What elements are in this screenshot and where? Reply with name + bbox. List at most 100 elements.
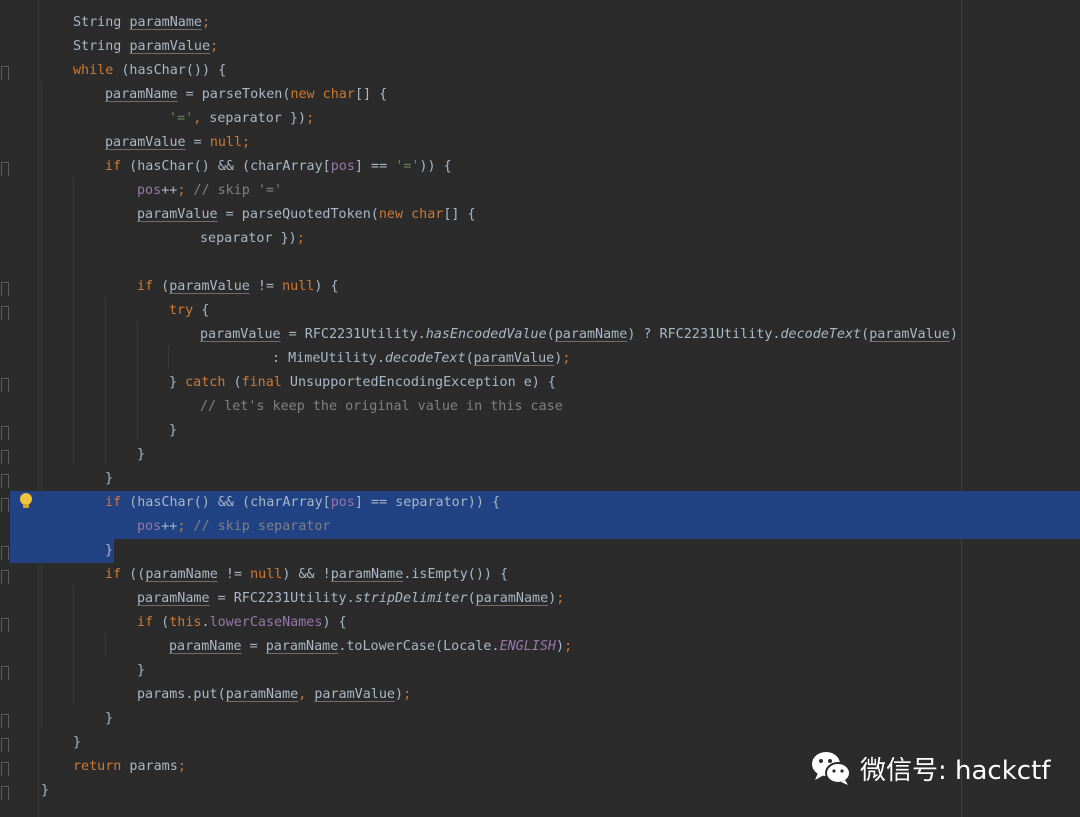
lightbulb-icon[interactable] <box>18 492 34 510</box>
code-token: ) <box>949 327 958 342</box>
watermark-label: 微信号: hackctf <box>860 755 1051 786</box>
code-token: ) && ! <box>282 567 331 582</box>
code-line[interactable]: params.put(paramName, paramValue); <box>137 683 411 707</box>
code-line[interactable]: return params; <box>73 755 186 779</box>
code-token: paramValue <box>200 327 281 342</box>
code-token: ] == <box>354 159 396 174</box>
code-line[interactable]: separator }); <box>200 227 305 251</box>
code-token: } <box>41 783 50 798</box>
code-line[interactable]: if (this.lowerCaseNames) { <box>137 611 347 635</box>
fold-marker-icon[interactable] <box>0 786 9 798</box>
code-token: separator }) <box>201 111 307 126</box>
code-line[interactable]: paramName = RFC2231Utility.stripDelimite… <box>137 587 564 611</box>
fold-marker-icon[interactable] <box>0 66 9 78</box>
indent-guide <box>105 634 106 658</box>
code-line[interactable]: } <box>105 467 113 491</box>
code-token: decodeText <box>384 351 466 366</box>
code-line[interactable]: pos++; // skip '=' <box>137 179 282 203</box>
code-line[interactable]: pos++; // skip separator <box>137 515 331 539</box>
fold-marker-icon[interactable] <box>0 762 9 774</box>
code-line[interactable]: } <box>105 539 113 563</box>
code-token: params <box>121 759 178 774</box>
code-token: new char <box>378 207 444 222</box>
code-line[interactable]: // let's keep the original value in this… <box>200 395 563 419</box>
code-token: .isEmpty()) { <box>403 567 509 582</box>
code-token: = parseQuotedToken( <box>217 207 379 222</box>
code-token: ENGLISH <box>499 639 556 654</box>
code-line[interactable]: paramName = parseToken(new char[] { <box>105 83 387 107</box>
code-token: paramName <box>169 639 242 654</box>
fold-marker-icon[interactable] <box>0 378 9 390</box>
code-line[interactable]: } <box>137 659 145 683</box>
code-token: { <box>193 303 210 318</box>
code-token: } <box>105 543 114 558</box>
code-token: ; <box>177 759 186 774</box>
code-line[interactable]: paramValue = parseQuotedToken(new char[]… <box>137 203 476 227</box>
code-line[interactable]: String paramName; <box>73 11 210 35</box>
code-token: .toLowerCase(Locale. <box>338 639 500 654</box>
fold-marker-icon[interactable] <box>0 426 9 438</box>
code-token: ; <box>202 15 211 30</box>
code-line[interactable]: : MimeUtility.decodeText(paramValue); <box>264 347 570 371</box>
code-token: ) ? RFC2231Utility. <box>627 327 781 342</box>
code-line[interactable]: } <box>169 419 177 443</box>
fold-marker-icon[interactable] <box>0 306 9 318</box>
code-token: if <box>105 159 122 174</box>
code-token: decodeText <box>780 327 862 342</box>
code-line[interactable]: paramValue = RFC2231Utility.hasEncodedVa… <box>200 323 958 347</box>
code-line[interactable]: } <box>137 443 145 467</box>
code-token: (hasChar() && (charArray[ <box>121 495 331 510</box>
fold-marker-icon[interactable] <box>0 666 9 678</box>
code-token: )) { <box>419 159 452 174</box>
code-line[interactable]: if (paramValue != null) { <box>137 275 339 299</box>
code-token: pos <box>137 519 162 534</box>
code-token: = RFC2231Utility. <box>280 327 426 342</box>
code-token: paramValue <box>169 279 250 294</box>
code-line[interactable]: while (hasChar()) { <box>73 59 226 83</box>
code-line[interactable]: if (hasChar() && (charArray[pos] == sepa… <box>105 491 500 515</box>
code-line[interactable]: paramName = paramName.toLowerCase(Locale… <box>169 635 572 659</box>
code-token: } <box>137 447 146 462</box>
code-line[interactable]: if ((paramName != null) && !paramName.is… <box>105 563 508 587</box>
fold-marker-icon[interactable] <box>0 450 9 462</box>
fold-marker-icon[interactable] <box>0 618 9 630</box>
code-token: ++ <box>161 183 178 198</box>
fold-marker-icon[interactable] <box>0 570 9 582</box>
code-token: final <box>241 375 282 390</box>
code-token: paramName <box>145 567 218 582</box>
fold-marker-icon[interactable] <box>0 162 9 174</box>
fold-marker-icon[interactable] <box>0 282 9 294</box>
code-token: pos <box>137 183 162 198</box>
code-token: new char <box>290 87 355 102</box>
code-line[interactable]: } <box>41 779 49 803</box>
code-line[interactable]: } <box>73 731 81 755</box>
code-token: } <box>169 375 186 390</box>
fold-marker-icon[interactable] <box>0 474 9 486</box>
code-line[interactable]: '=', separator }); <box>169 107 314 131</box>
code-line[interactable]: String paramValue; <box>73 35 218 59</box>
fold-marker-icon[interactable] <box>0 738 9 750</box>
code-token: ; <box>556 591 565 606</box>
code-token: paramName <box>330 567 404 582</box>
fold-marker-icon[interactable] <box>0 714 9 726</box>
code-line[interactable]: paramValue = null; <box>105 131 250 155</box>
wechat-watermark: 微信号: hackctf <box>810 746 1050 790</box>
code-line[interactable]: } <box>105 707 113 731</box>
code-editor[interactable]: String paramName; String paramValue; while… <box>0 0 1080 817</box>
code-token: return <box>73 759 122 774</box>
code-line[interactable]: try { <box>169 299 209 323</box>
code-token: = parseToken( <box>177 87 291 102</box>
code-token: ++ <box>161 519 178 534</box>
code-token: ] == separator)) { <box>354 495 501 510</box>
fold-marker-icon[interactable] <box>0 498 9 510</box>
code-line[interactable]: if (hasChar() && (charArray[pos] == '=')… <box>105 155 452 179</box>
code-line[interactable]: } catch (final UnsupportedEncodingExcept… <box>169 371 556 395</box>
fold-marker-icon[interactable] <box>0 546 9 558</box>
code-token: pos <box>330 495 355 510</box>
code-token: : MimeUtility. <box>264 351 385 366</box>
code-token: paramName <box>475 591 549 606</box>
code-token: ; <box>210 39 219 54</box>
code-token: (hasChar() && (charArray[ <box>121 159 331 174</box>
code-token: params.put( <box>137 687 226 702</box>
code-token: // let's keep the original value in this… <box>200 399 563 414</box>
